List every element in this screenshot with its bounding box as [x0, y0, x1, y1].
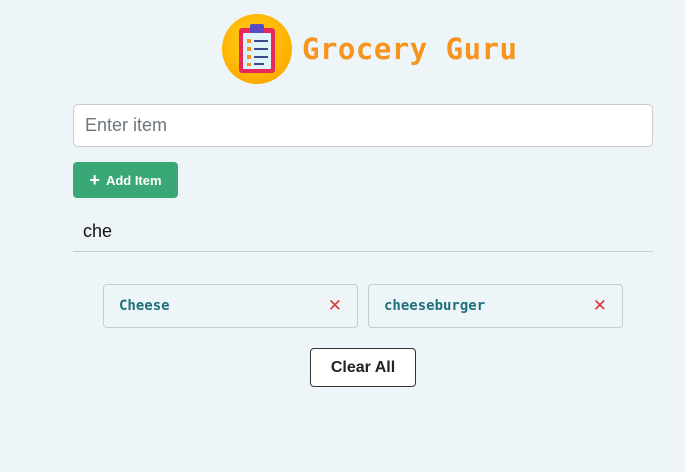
search-input[interactable]	[73, 212, 653, 252]
plus-icon: +	[89, 169, 100, 190]
add-item-button[interactable]: + Add Item	[73, 162, 178, 198]
item-label: cheeseburger	[384, 298, 486, 314]
clipboard-list-icon	[222, 14, 292, 84]
app-header: Grocery Guru	[222, 14, 518, 84]
clear-all-button[interactable]: Clear All	[310, 348, 416, 387]
add-item-label: Add Item	[105, 172, 162, 188]
item-input[interactable]	[73, 104, 653, 147]
list-item: cheeseburger ✕	[368, 284, 623, 328]
close-icon[interactable]: ✕	[593, 297, 607, 315]
item-label: Cheese	[119, 298, 170, 314]
list-item: Cheese ✕	[103, 284, 358, 328]
app-title: Grocery Guru	[302, 31, 518, 66]
close-icon[interactable]: ✕	[328, 297, 342, 315]
